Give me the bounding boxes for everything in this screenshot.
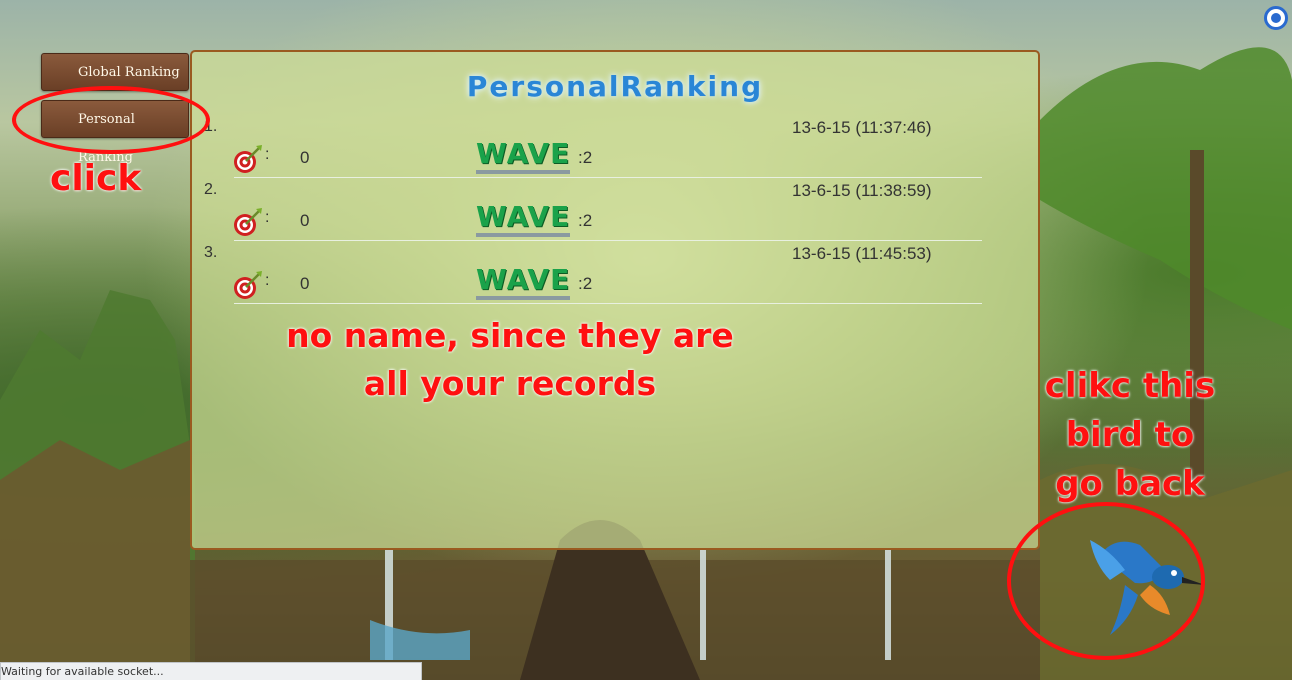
annotation-records: no name, since they are all your records bbox=[250, 312, 770, 408]
target-dart-icon bbox=[234, 145, 262, 173]
record-rank: 3. bbox=[204, 244, 218, 261]
row-divider bbox=[234, 303, 982, 304]
score-colon: : bbox=[265, 272, 270, 289]
annotation-records-line1: no name, since they are bbox=[286, 316, 734, 355]
annotation-bird-line3: go back bbox=[1055, 464, 1205, 504]
record-wave: :2 bbox=[578, 148, 593, 167]
annotation-bird-line2: bird to bbox=[1065, 415, 1195, 455]
record-score: 0 bbox=[300, 274, 310, 293]
record-time: 13-6-15 (11:45:53) bbox=[792, 244, 932, 263]
score-colon: : bbox=[265, 209, 270, 226]
target-dart-icon bbox=[234, 271, 262, 299]
record-score: 0 bbox=[300, 211, 310, 230]
record-row: 2. 13-6-15 (11:38:59) : 0 WAVE :2 bbox=[192, 179, 1042, 242]
ranking-panel: PersonalRanking 1. 13-6-15 (11:37:46) : … bbox=[190, 50, 1040, 550]
record-wave: :2 bbox=[578, 274, 593, 293]
wave-label: WAVE bbox=[476, 138, 571, 174]
record-row: 3. 13-6-15 (11:45:53) : 0 WAVE :2 bbox=[192, 242, 1042, 305]
record-time: 13-6-15 (11:37:46) bbox=[792, 118, 932, 137]
annotation-bird-line1: clikc this bbox=[1044, 366, 1216, 406]
wave-label: WAVE bbox=[476, 264, 571, 300]
annotation-records-line2: all your records bbox=[363, 364, 657, 403]
target-dart-icon bbox=[234, 208, 262, 236]
wave-label: WAVE bbox=[476, 201, 571, 237]
row-divider bbox=[234, 177, 982, 178]
highlight-ring-personal-tab bbox=[12, 86, 210, 154]
record-row: 1. 13-6-15 (11:37:46) : 0 WAVE :2 bbox=[192, 116, 1042, 179]
status-bar: Waiting for available socket... bbox=[0, 662, 422, 680]
record-rank: 2. bbox=[204, 181, 218, 198]
row-divider bbox=[234, 240, 982, 241]
score-colon: : bbox=[265, 146, 270, 163]
highlight-ring-bird bbox=[1007, 502, 1205, 660]
annotation-click: click bbox=[50, 158, 142, 199]
record-time: 13-6-15 (11:38:59) bbox=[792, 181, 932, 200]
round-button-icon[interactable] bbox=[1264, 6, 1288, 30]
record-score: 0 bbox=[300, 148, 310, 167]
annotation-bird: clikc this bird to go back bbox=[1030, 362, 1230, 509]
record-wave: :2 bbox=[578, 211, 593, 230]
panel-title: PersonalRanking bbox=[466, 70, 764, 103]
